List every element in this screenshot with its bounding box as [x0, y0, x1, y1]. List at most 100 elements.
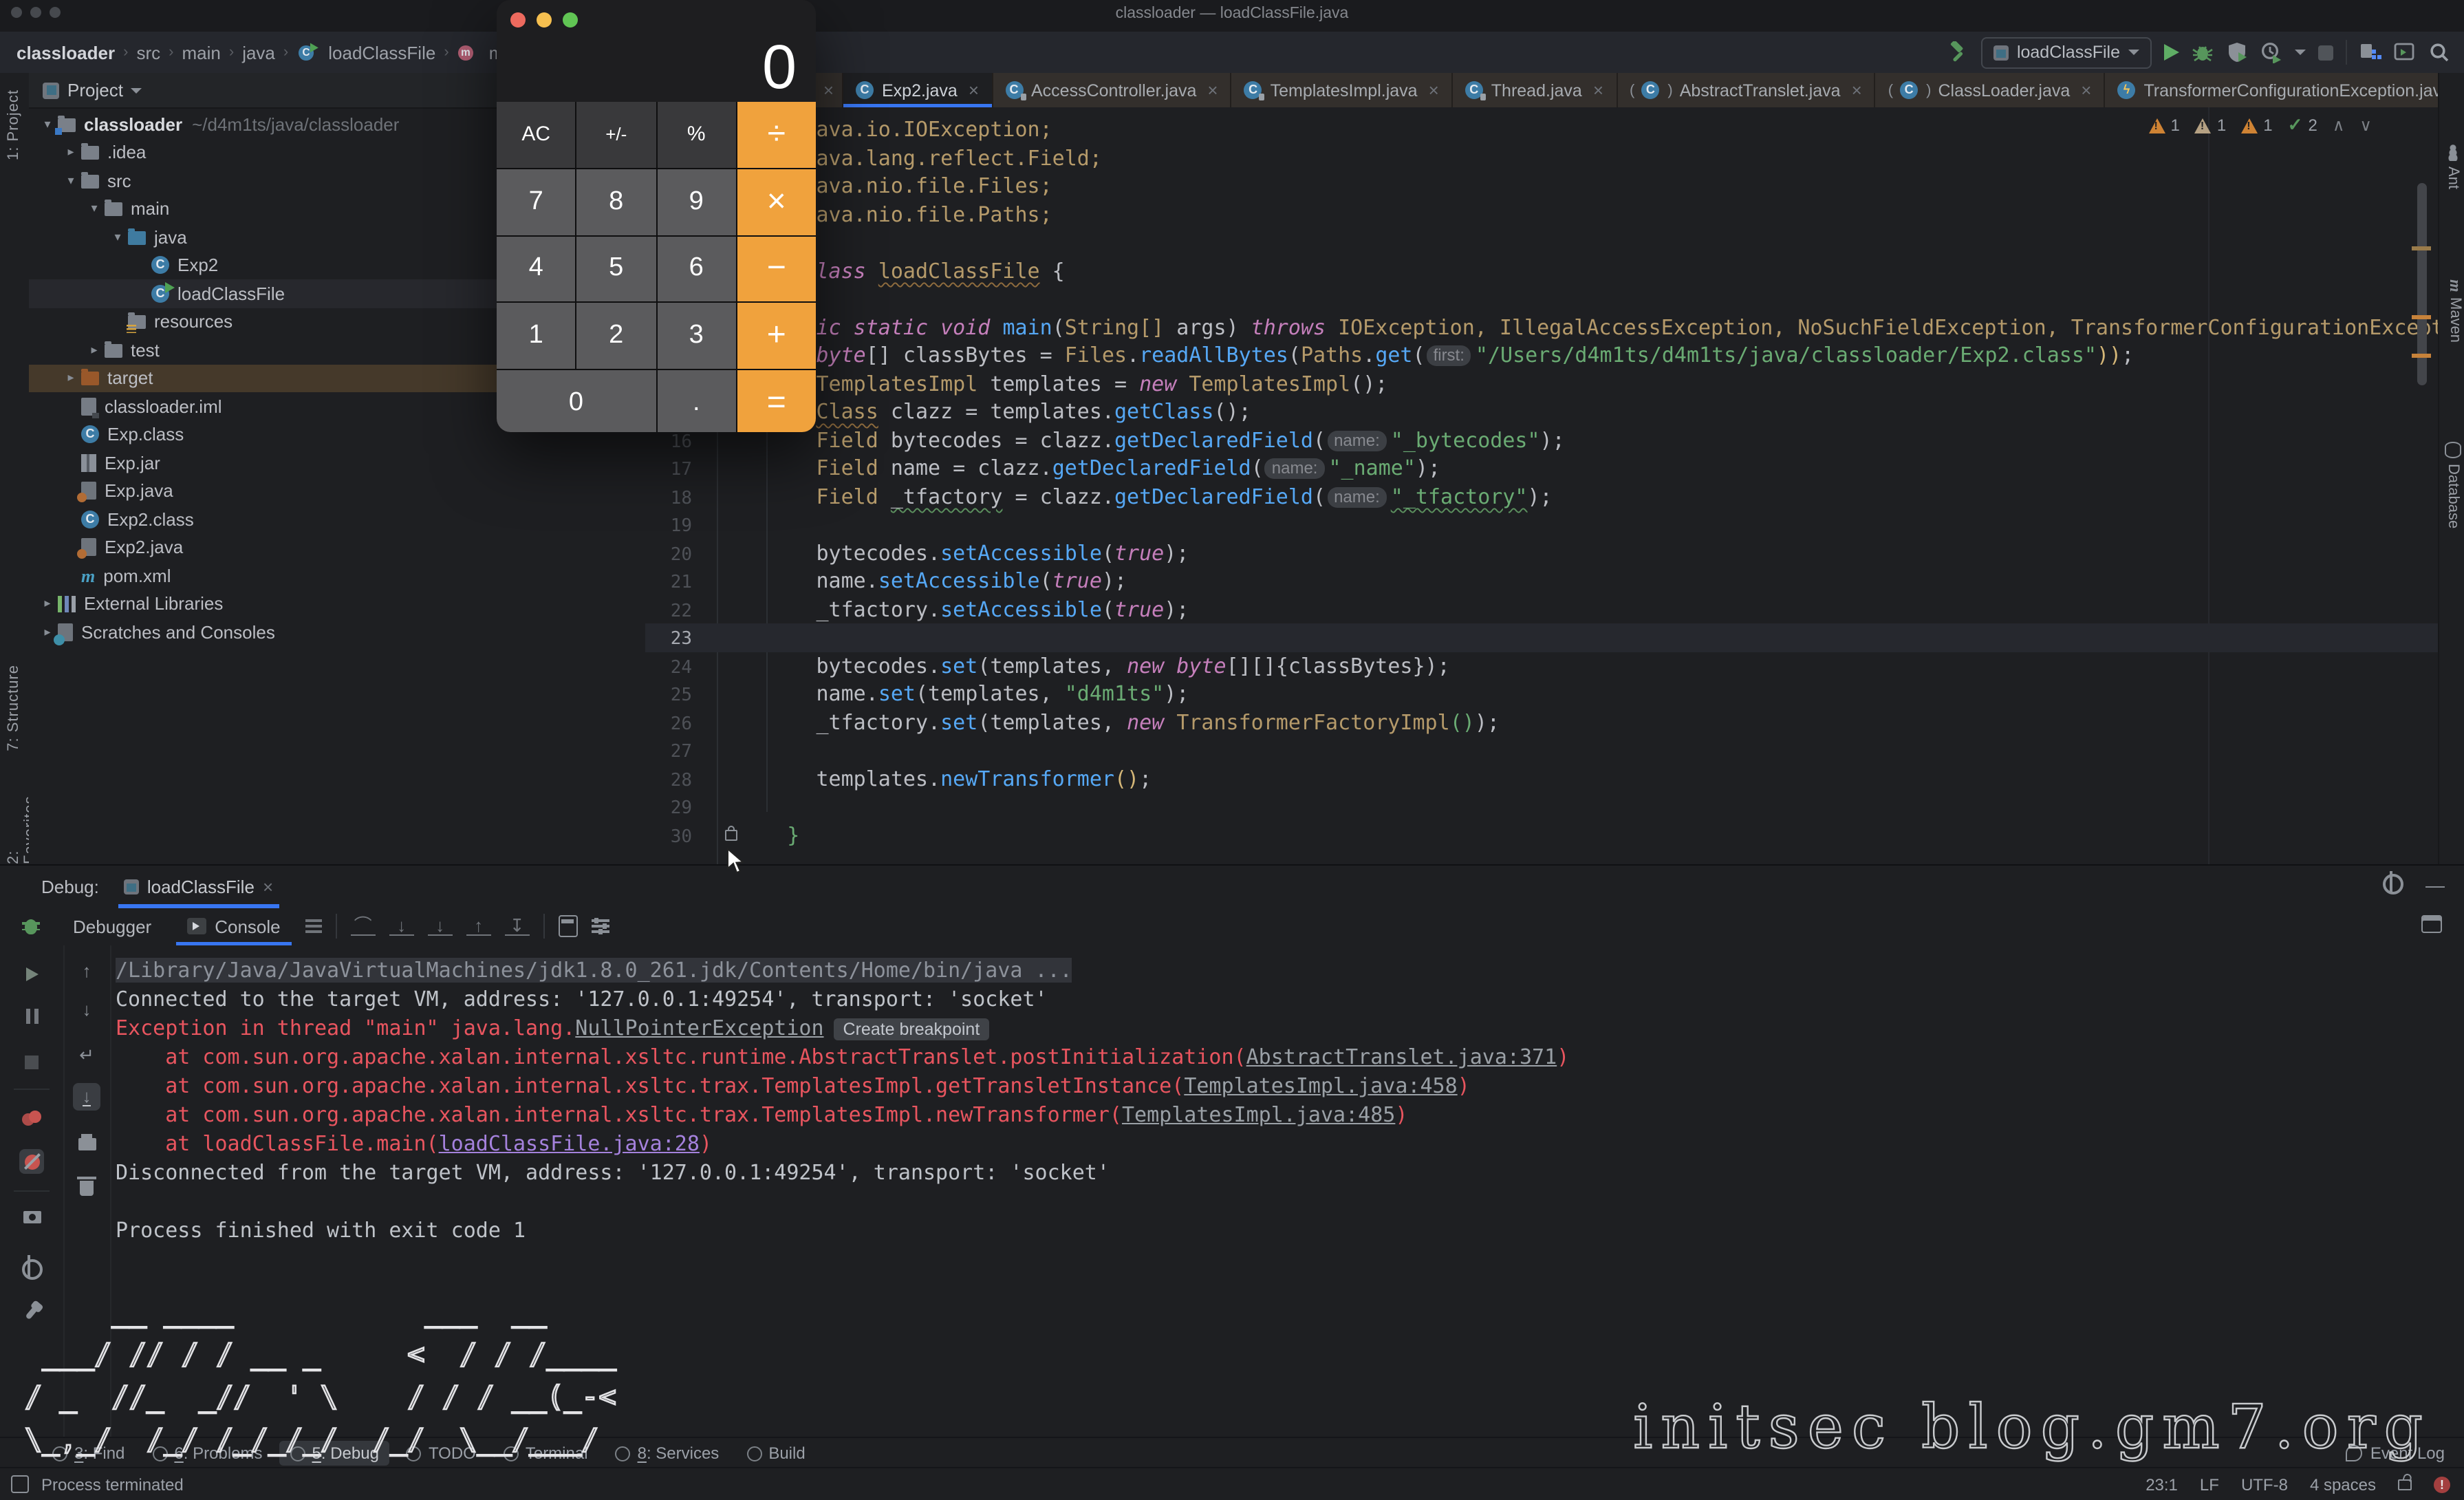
- inspection-warning[interactable]: 1: [2241, 116, 2272, 135]
- scroll-to-end-icon[interactable]: ↓: [73, 1083, 100, 1111]
- tree-item-pom.xml[interactable]: mpom.xml: [29, 561, 645, 590]
- calc-button-AC[interactable]: AC: [497, 102, 576, 168]
- code-line-20[interactable]: 20 bytecodes.setAccessible(true);: [645, 539, 2438, 567]
- run-configuration-select[interactable]: loadClassFile: [1981, 36, 2152, 68]
- code-line-14[interactable]: 14 TemplatesImpl templates = new Templat…: [645, 369, 2438, 398]
- chevron-expanded-icon[interactable]: ▾: [107, 230, 128, 245]
- highlight-level-icon[interactable]: !: [2434, 1476, 2450, 1492]
- terminal-run-icon[interactable]: [2394, 41, 2416, 63]
- code-line-12[interactable]: 12 public static void main(String[] args…: [645, 313, 2438, 341]
- toolwindow-button-8: Services[interactable]: 8: Services: [605, 1441, 731, 1466]
- stop-process-icon[interactable]: [19, 1050, 44, 1075]
- code-line-29[interactable]: 29: [645, 793, 2438, 821]
- code-line-23[interactable]: 23: [645, 623, 2438, 652]
- code-line-27[interactable]: 27: [645, 736, 2438, 764]
- create-breakpoint-button[interactable]: Create breakpoint: [834, 1018, 990, 1040]
- editor-tab-AbstractTranslet.java[interactable]: (C)AbstractTranslet.java×: [1617, 73, 1876, 107]
- tree-item-Exp.java[interactable]: Exp.java: [29, 477, 645, 505]
- breadcrumb-item-classloader[interactable]: classloader: [17, 42, 115, 63]
- code-line-28[interactable]: 28 templates.newTransformer();: [645, 764, 2438, 793]
- chevron-expanded-icon[interactable]: ▾: [61, 173, 81, 189]
- code-line-10[interactable]: 10public class loadClassFile {: [645, 257, 2438, 285]
- breadcrumb-item-main[interactable]: main: [182, 42, 220, 63]
- close-tab-icon[interactable]: ×: [1429, 80, 1439, 100]
- layout-settings-icon[interactable]: [2421, 915, 2442, 937]
- code-line-17[interactable]: 17 Field name = clazz.getDeclaredField(n…: [645, 454, 2438, 482]
- profiler-icon[interactable]: [2260, 41, 2282, 63]
- code-line-30[interactable]: 30 }: [645, 821, 2438, 849]
- debug-console-output[interactable]: /Library/Java/JavaVirtualMachines/jdk1.8…: [116, 956, 2436, 1433]
- file-encoding[interactable]: UTF-8: [2241, 1475, 2288, 1494]
- run-icon[interactable]: [2164, 44, 2179, 61]
- close-icon[interactable]: ×: [263, 876, 273, 897]
- editor-tab-ClassLoader.java[interactable]: (C)ClassLoader.java×: [1876, 73, 2106, 107]
- calc-button-2[interactable]: 2: [577, 303, 656, 369]
- chevron-collapsed-icon[interactable]: ▸: [61, 145, 81, 160]
- editor-tab-Thread.java[interactable]: CThread.java×: [1453, 73, 1617, 107]
- tree-item-Exp.jar[interactable]: Exp.jar: [29, 449, 645, 477]
- close-tab-icon[interactable]: ×: [1207, 80, 1218, 100]
- tab-console[interactable]: Console: [176, 907, 291, 945]
- calc-button-.[interactable]: .: [657, 370, 736, 432]
- error-stripe-mark[interactable]: [2412, 315, 2431, 319]
- code-line-6[interactable]: 6import java.lang.reflect.Field;: [645, 144, 2438, 172]
- build-hammer-icon[interactable]: [1947, 41, 1969, 63]
- soft-wrap-icon[interactable]: ↵: [73, 1042, 100, 1069]
- close-tab-icon[interactable]: ×: [1593, 80, 1603, 100]
- coverage-icon[interactable]: [2226, 41, 2248, 63]
- chevron-collapsed-icon[interactable]: ▸: [84, 343, 105, 358]
- calc-button-9[interactable]: 9: [657, 169, 736, 235]
- pause-program-icon[interactable]: [19, 1006, 44, 1031]
- resume-program-icon[interactable]: [19, 962, 44, 987]
- close-window-icon[interactable]: [510, 12, 526, 28]
- tree-item-External Libraries[interactable]: ▸External Libraries: [29, 590, 645, 618]
- stacktrace-link[interactable]: AbstractTranslet.java:371: [1246, 1044, 1557, 1069]
- calc-button-=[interactable]: =: [737, 370, 817, 432]
- calc-button-+/-[interactable]: +/-: [577, 102, 656, 168]
- step-out-icon[interactable]: ↑: [466, 917, 491, 936]
- chevron-collapsed-icon[interactable]: ▸: [61, 371, 81, 386]
- close-tab-icon[interactable]: ×: [2081, 80, 2091, 100]
- scroll-to-top-icon[interactable]: ↑: [73, 956, 100, 984]
- code-line-22[interactable]: 22 _tfactory.setAccessible(true);: [645, 595, 2438, 623]
- editor-tab-AccessController.java[interactable]: CAccessController.java×: [993, 73, 1232, 107]
- show-execution-point-icon[interactable]: [305, 917, 322, 936]
- code-line-15[interactable]: 15 Class clazz = templates.getClass();: [645, 398, 2438, 426]
- inspection-warning[interactable]: 1: [2195, 116, 2226, 135]
- event-log-button[interactable]: Event Log: [2346, 1444, 2445, 1463]
- code-line-8[interactable]: 8import java.nio.file.Paths;: [645, 200, 2438, 228]
- breadcrumb-item-loadClassFile[interactable]: CloadClassFile: [296, 42, 435, 63]
- thread-dump-camera-icon[interactable]: [19, 1204, 44, 1229]
- indent-setting[interactable]: 4 spaces: [2310, 1475, 2376, 1494]
- error-stripe-mark[interactable]: [2412, 354, 2431, 358]
- code-line-26[interactable]: 26 _tfactory.set(templates, new Transfor…: [645, 708, 2438, 736]
- mute-breakpoints-icon[interactable]: [19, 1149, 44, 1174]
- chevron-expanded-icon[interactable]: ▾: [84, 202, 105, 217]
- code-line-11[interactable]: 11: [645, 285, 2438, 313]
- editor-tab-Exp2.java[interactable]: CExp2.java×: [843, 73, 993, 107]
- sidebar-item-database[interactable]: Database: [2445, 442, 2461, 528]
- toolwindow-button-5: Debug[interactable]: 5: Debug: [279, 1441, 390, 1466]
- prev-issue-icon[interactable]: ∧: [2333, 116, 2345, 135]
- calc-button-5[interactable]: 5: [577, 236, 656, 302]
- next-issue-icon[interactable]: ∨: [2359, 116, 2372, 135]
- tree-item-Exp2.java[interactable]: Exp2.java: [29, 533, 645, 561]
- calc-button-1[interactable]: 1: [497, 303, 576, 369]
- calculator-window[interactable]: 0 AC+/-%÷789×456−123+0.=: [497, 0, 816, 432]
- calc-button-3[interactable]: 3: [657, 303, 736, 369]
- code-line-18[interactable]: 18 Field _tfactory = clazz.getDeclaredFi…: [645, 482, 2438, 511]
- scroll-to-bottom-icon[interactable]: ↓: [73, 995, 100, 1022]
- breadcrumb-item-src[interactable]: src: [136, 42, 160, 63]
- sidebar-item-project[interactable]: 1: Project: [6, 89, 22, 160]
- inspection-warning[interactable]: 1: [2149, 116, 2180, 135]
- toolwindow-button-3: Find[interactable]: 3: Find: [41, 1441, 136, 1466]
- calc-button-%[interactable]: %: [657, 102, 736, 168]
- calc-button-−[interactable]: −: [737, 236, 817, 302]
- step-over-icon[interactable]: ⌒: [351, 917, 376, 936]
- stacktrace-link[interactable]: loadClassFile.java:28: [439, 1131, 700, 1156]
- zoom-window-icon[interactable]: [563, 12, 578, 28]
- calc-button-×[interactable]: ×: [737, 169, 817, 235]
- tool-window-toggle-icon[interactable]: [11, 1475, 29, 1493]
- toolwindow-button-TODO[interactable]: TODO: [396, 1441, 487, 1466]
- calc-button-÷[interactable]: ÷: [737, 102, 817, 168]
